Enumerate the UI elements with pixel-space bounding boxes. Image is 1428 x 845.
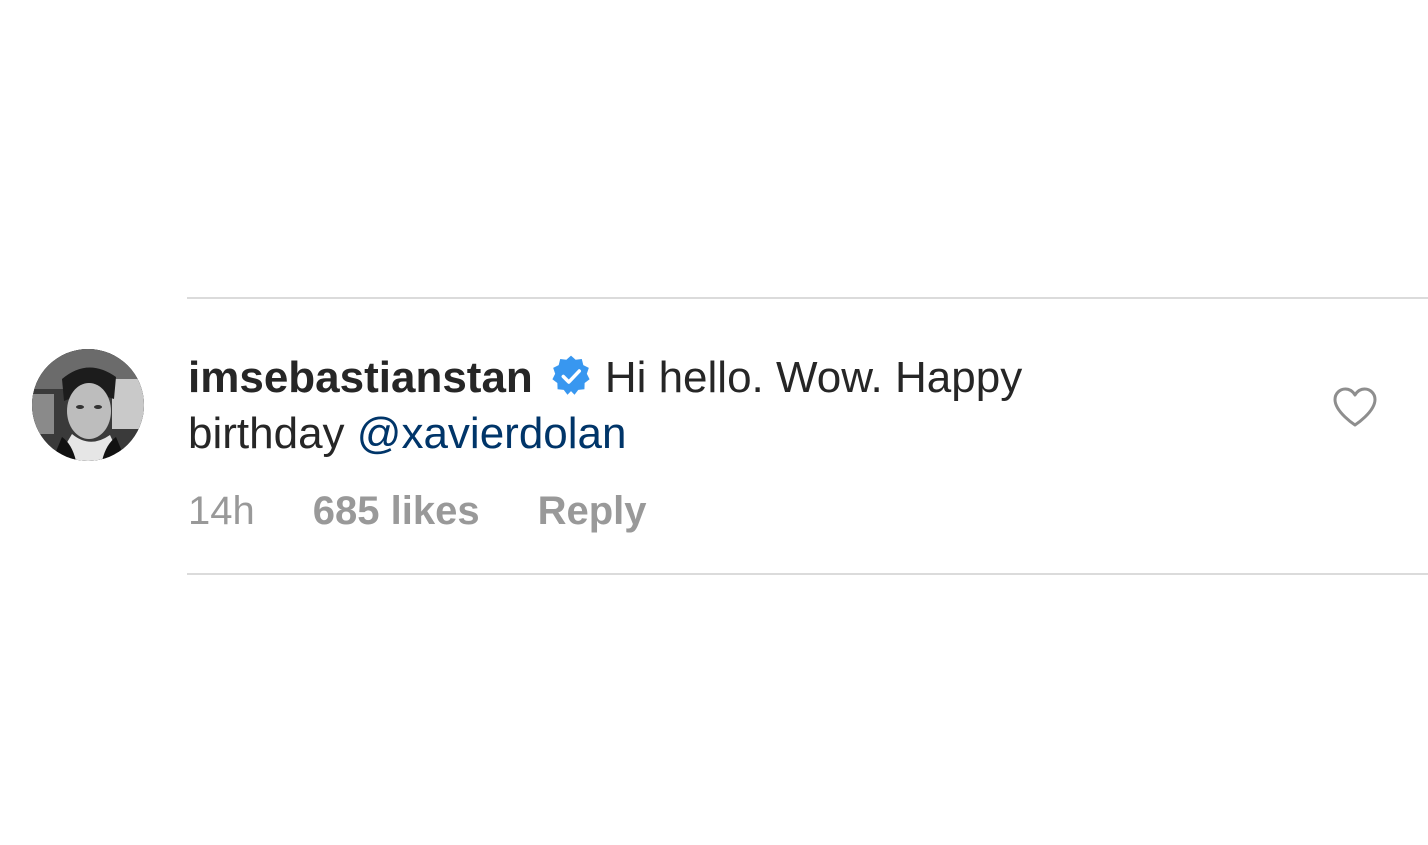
avatar[interactable] [32,349,144,461]
comment-divider-top [187,297,1428,299]
comment-likes-count[interactable]: 685 likes [313,486,480,536]
reply-button[interactable]: Reply [538,486,647,536]
avatar-photo [32,349,144,461]
comment-timestamp[interactable]: 14h [188,486,255,536]
comment-username[interactable]: imsebastianstan [188,353,533,402]
comment-body: imsebastianstan Hi hello. Wow. Happy bir… [188,350,1188,462]
comment-mention-link[interactable]: @xavierdolan [357,409,627,458]
verified-badge-icon [549,354,593,398]
comment-divider-bottom [187,573,1428,575]
heart-outline-icon[interactable] [1332,386,1378,428]
comment-meta: 14h 685 likes Reply [188,486,647,536]
